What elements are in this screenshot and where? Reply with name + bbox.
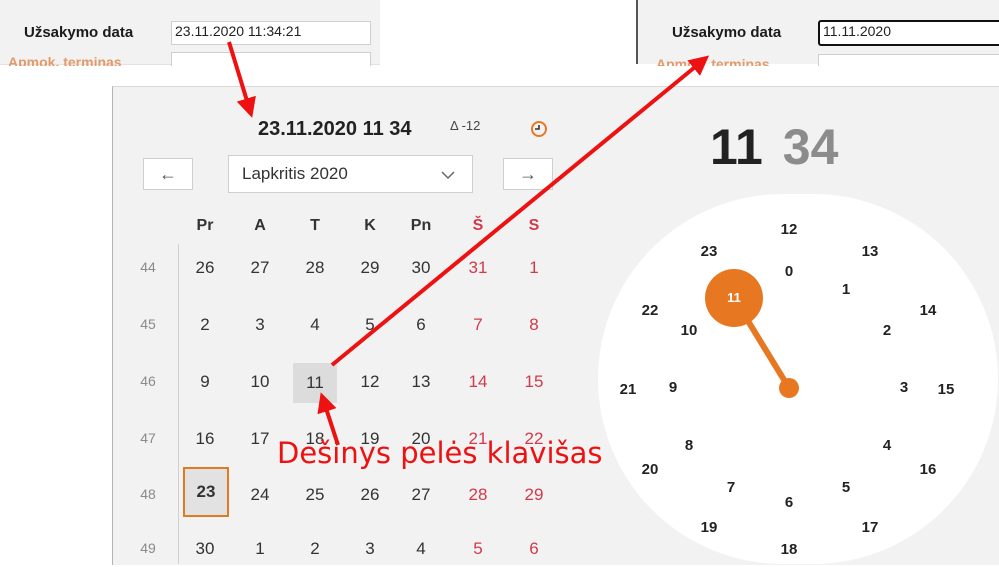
arrow-to-date-field bbox=[330, 55, 710, 367]
annotation-arrows bbox=[227, 41, 710, 446]
arrow-to-header bbox=[227, 41, 256, 118]
annotation-text: Dešinys pelės klavišas bbox=[277, 436, 603, 470]
